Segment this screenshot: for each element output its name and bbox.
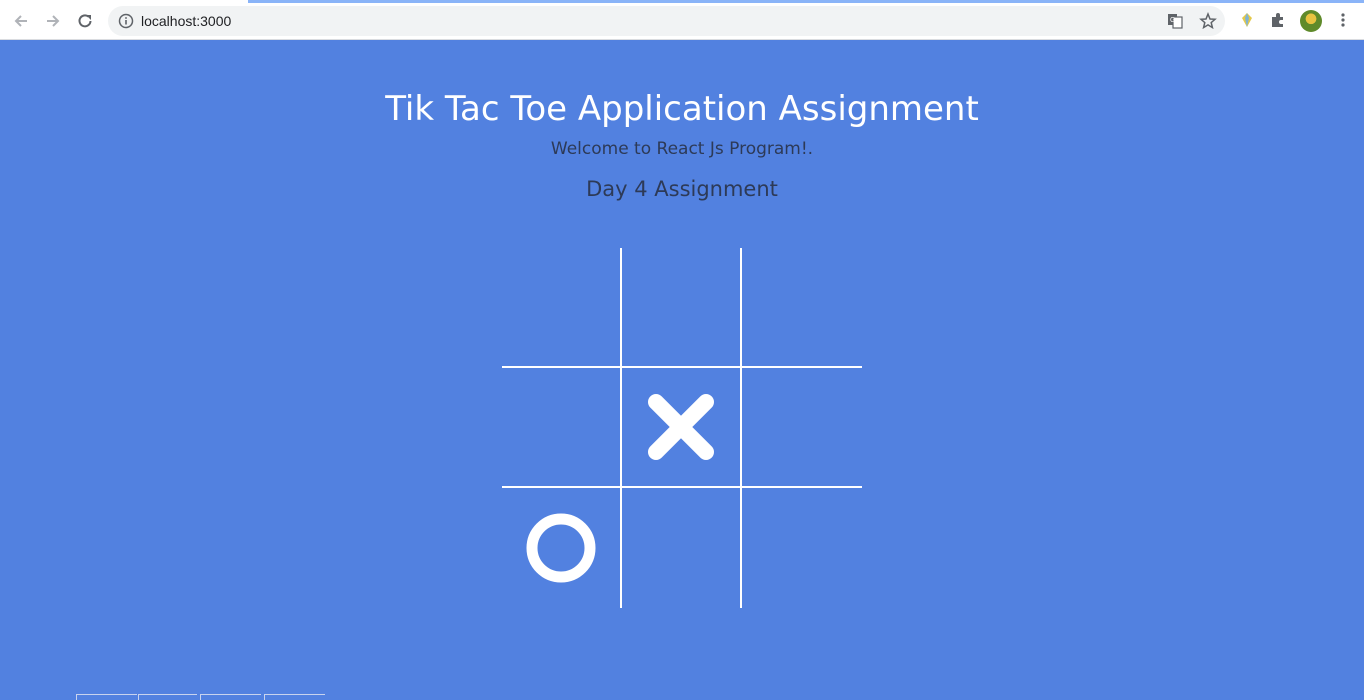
board-cell-5[interactable]: [622, 368, 742, 488]
forward-button[interactable]: [41, 9, 65, 33]
board-cell-2[interactable]: [622, 248, 742, 368]
page-title: Tik Tac Toe Application Assignment: [385, 89, 979, 129]
puzzle-icon[interactable]: [1269, 11, 1287, 29]
back-arrow-icon: [14, 15, 27, 27]
url-text[interactable]: localhost:3000: [141, 13, 231, 29]
bottom-edge-tabs: [76, 694, 326, 700]
board-cell-3[interactable]: [742, 248, 862, 368]
kebab-menu-icon[interactable]: [1334, 11, 1352, 29]
page-subtitle: Welcome to React Js Program!.: [550, 139, 814, 159]
loading-bar: [0, 0, 1364, 3]
reload-icon: [78, 14, 92, 28]
board-cell-9[interactable]: [742, 488, 862, 608]
browser-toolbar: localhost:3000 G: [0, 0, 1364, 40]
x-mark-icon: [648, 394, 714, 460]
extension-gem-icon[interactable]: [1238, 11, 1256, 29]
svg-text:G: G: [1170, 17, 1175, 24]
address-bar[interactable]: localhost:3000 G: [108, 6, 1225, 36]
board-cell-1[interactable]: [502, 248, 622, 368]
board-cell-8[interactable]: [622, 488, 742, 608]
board-cell-7[interactable]: [502, 488, 622, 608]
reload-button[interactable]: [73, 9, 97, 33]
back-button[interactable]: [9, 9, 33, 33]
tic-tac-toe-board: [502, 248, 862, 608]
board-cell-4[interactable]: [502, 368, 622, 488]
avatar[interactable]: [1300, 10, 1322, 32]
assignment-label: Day 4 Assignment: [586, 177, 778, 201]
forward-arrow-icon: [47, 15, 60, 27]
board-cell-6[interactable]: [742, 368, 862, 488]
o-mark-icon: [526, 513, 596, 583]
info-icon[interactable]: [118, 13, 134, 29]
translate-icon[interactable]: G: [1167, 13, 1183, 29]
star-icon[interactable]: [1199, 12, 1217, 30]
